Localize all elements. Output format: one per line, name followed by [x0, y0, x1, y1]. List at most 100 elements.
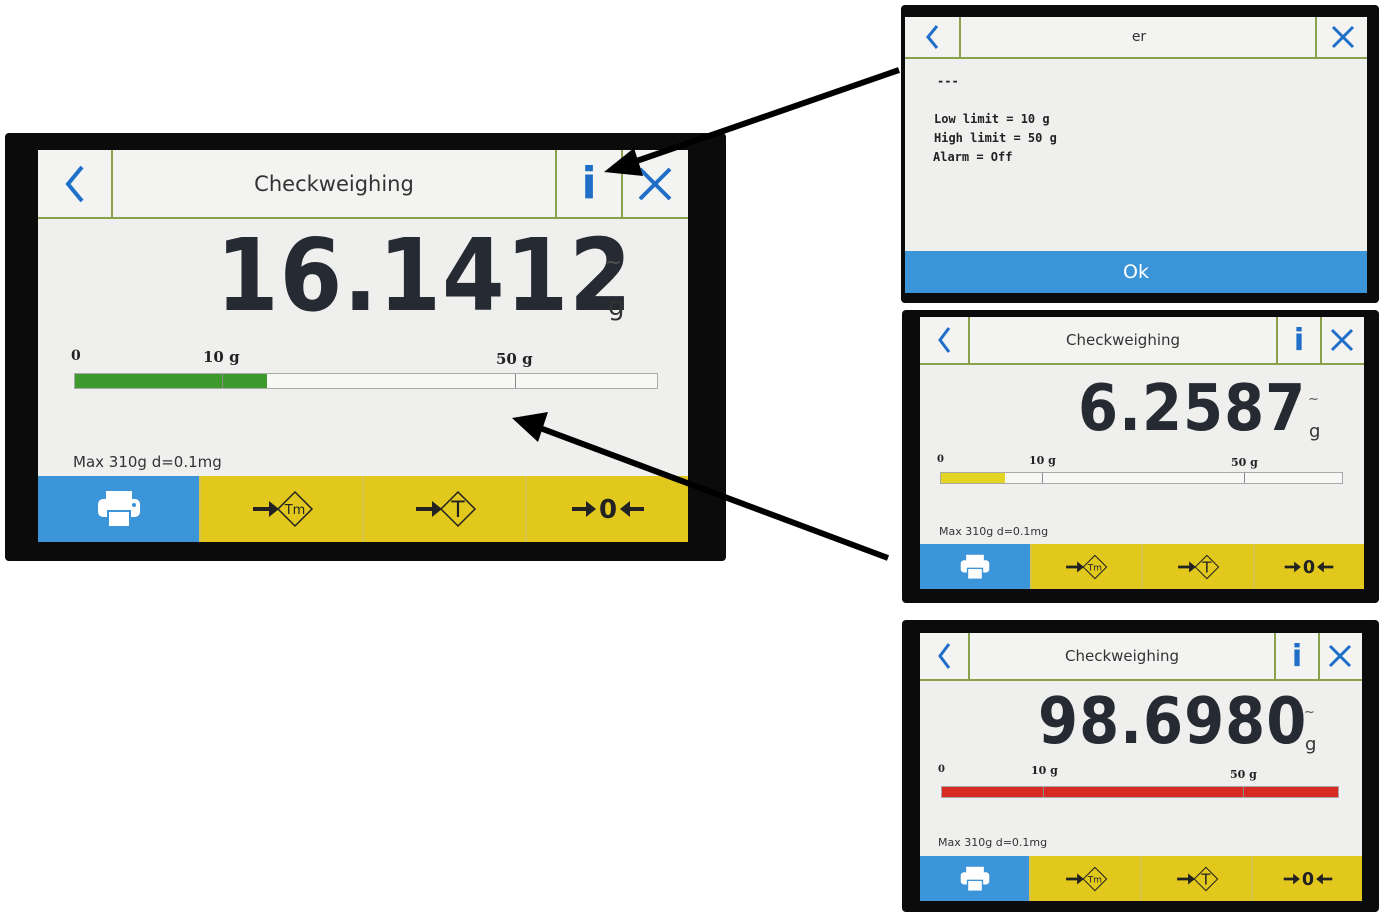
- back-icon[interactable]: [38, 150, 113, 217]
- tare-icon: T: [1177, 554, 1220, 579]
- popup-title: er: [1131, 29, 1147, 45]
- popup-header-bar: er: [905, 17, 1367, 59]
- svg-text:0: 0: [598, 495, 616, 525]
- scale-low-limit-label: 10 g: [1029, 454, 1056, 467]
- checkweigh-bar-fill: [942, 787, 1338, 797]
- page-title: Checkweighing: [1065, 331, 1181, 349]
- function-button-bar: Tm T 0: [920, 856, 1362, 901]
- header-bar: Checkweighing i: [920, 317, 1364, 365]
- unit-label: g: [608, 292, 625, 322]
- info-icon: i: [1293, 322, 1305, 358]
- high-limit-line: High limit = 50 g: [934, 131, 1057, 145]
- over-display: Checkweighing i 98.6980 ~ g 0 10 g 50 g …: [920, 633, 1362, 901]
- tare-button[interactable]: T: [364, 476, 527, 542]
- high-limit-tick: [1244, 473, 1245, 483]
- back-icon[interactable]: [920, 317, 970, 363]
- low-limit-tick: [1043, 787, 1044, 797]
- tare-memory-button[interactable]: Tm: [201, 476, 364, 542]
- high-limit-tick: [1243, 787, 1244, 797]
- scale-low-limit-label: 10 g: [1031, 764, 1058, 777]
- stability-mark: ~: [605, 250, 622, 274]
- header-bar: Checkweighing i: [38, 150, 688, 219]
- info-button[interactable]: i: [555, 150, 623, 217]
- scale-high-limit-label: 50 g: [1231, 456, 1258, 469]
- tare-memory-button[interactable]: Tm: [1031, 544, 1143, 589]
- zero-icon: 0: [571, 495, 644, 525]
- print-button[interactable]: [38, 476, 201, 542]
- zero-button[interactable]: 0: [1254, 544, 1364, 589]
- unit-label: g: [1309, 421, 1321, 442]
- zero-button[interactable]: 0: [1253, 856, 1362, 901]
- checkweigh-bar: [74, 373, 658, 389]
- back-icon[interactable]: [905, 17, 961, 57]
- checkweigh-bar: [940, 472, 1343, 484]
- alarm-line: Alarm = Off: [933, 150, 1013, 164]
- balance-specs: Max 310g d=0.1mg: [73, 453, 222, 471]
- info-button[interactable]: i: [1274, 633, 1320, 679]
- balance-specs: Max 310g d=0.1mg: [938, 836, 1048, 849]
- checkweigh-bar-fill: [941, 473, 1006, 483]
- function-button-bar: Tm T 0: [38, 476, 688, 542]
- close-icon[interactable]: [1320, 317, 1364, 363]
- scale-low-limit-label: 10 g: [203, 348, 240, 366]
- close-icon[interactable]: [621, 150, 688, 217]
- info-icon: i: [1291, 638, 1303, 674]
- svg-text:0: 0: [1303, 558, 1315, 578]
- checkweigh-bar: [941, 786, 1339, 798]
- page-title: Checkweighing: [254, 171, 414, 196]
- tare-button[interactable]: T: [1142, 856, 1253, 901]
- back-icon[interactable]: [920, 633, 970, 679]
- scale-high-limit-label: 50 g: [496, 350, 533, 368]
- popup-separator: ---: [937, 74, 959, 88]
- print-icon: [960, 554, 990, 580]
- zero-icon: 0: [1284, 558, 1334, 578]
- checkweigh-bar-fill: [75, 374, 268, 388]
- close-icon[interactable]: [1318, 633, 1362, 679]
- print-button[interactable]: [920, 544, 1032, 589]
- print-icon: [97, 491, 140, 528]
- svg-text:T: T: [1201, 558, 1212, 576]
- tare-memory-icon: Tm: [1065, 866, 1107, 891]
- header-bar: Checkweighing i: [920, 633, 1362, 681]
- info-button[interactable]: i: [1276, 317, 1322, 363]
- low-limit-tick: [222, 374, 223, 388]
- tare-button[interactable]: T: [1143, 544, 1255, 589]
- svg-text:0: 0: [1301, 870, 1313, 890]
- under-display: Checkweighing i 6.2587 ~ g 0 10 g 50 g M…: [920, 317, 1364, 589]
- weight-readout: 16.1412: [216, 217, 633, 334]
- weight-readout: 6.2587: [1078, 372, 1307, 446]
- ok-button[interactable]: Ok: [905, 251, 1367, 293]
- stability-mark: ~: [1304, 705, 1315, 720]
- function-button-bar: Tm T 0: [920, 544, 1364, 589]
- scale-zero-label: 0: [938, 764, 945, 775]
- high-limit-tick: [515, 374, 516, 388]
- tare-memory-icon: Tm: [1066, 554, 1108, 579]
- tare-icon: T: [1176, 866, 1218, 891]
- scale-zero-label: 0: [71, 348, 81, 364]
- svg-text:Tm: Tm: [283, 503, 305, 518]
- svg-text:T: T: [450, 498, 465, 523]
- tare-icon: T: [415, 490, 476, 528]
- close-icon[interactable]: [1315, 17, 1367, 57]
- stability-mark: ~: [1308, 392, 1319, 407]
- info-display: er --- Low limit = 10 g High limit = 50 …: [905, 17, 1367, 293]
- svg-text:Tm: Tm: [1086, 875, 1101, 885]
- print-button[interactable]: [920, 856, 1031, 901]
- scale-zero-label: 0: [937, 454, 944, 465]
- balance-specs: Max 310g d=0.1mg: [939, 525, 1049, 538]
- zero-button[interactable]: 0: [527, 476, 688, 542]
- low-limit-line: Low limit = 10 g: [934, 112, 1050, 126]
- print-icon: [960, 866, 989, 892]
- unit-label: g: [1305, 734, 1317, 755]
- zero-icon: 0: [1283, 870, 1332, 890]
- tare-memory-button[interactable]: Tm: [1031, 856, 1142, 901]
- tare-memory-icon: Tm: [252, 490, 313, 528]
- svg-text:Tm: Tm: [1087, 563, 1102, 573]
- page-title: Checkweighing: [1064, 647, 1180, 665]
- scale-high-limit-label: 50 g: [1230, 768, 1257, 781]
- info-icon: i: [581, 158, 597, 209]
- weight-readout: 98.6980: [1038, 685, 1308, 759]
- low-limit-tick: [1042, 473, 1043, 483]
- main-display: Checkweighing i 16.1412 ~ g 0 10 g 50 g …: [38, 150, 688, 542]
- svg-text:T: T: [1200, 870, 1211, 888]
